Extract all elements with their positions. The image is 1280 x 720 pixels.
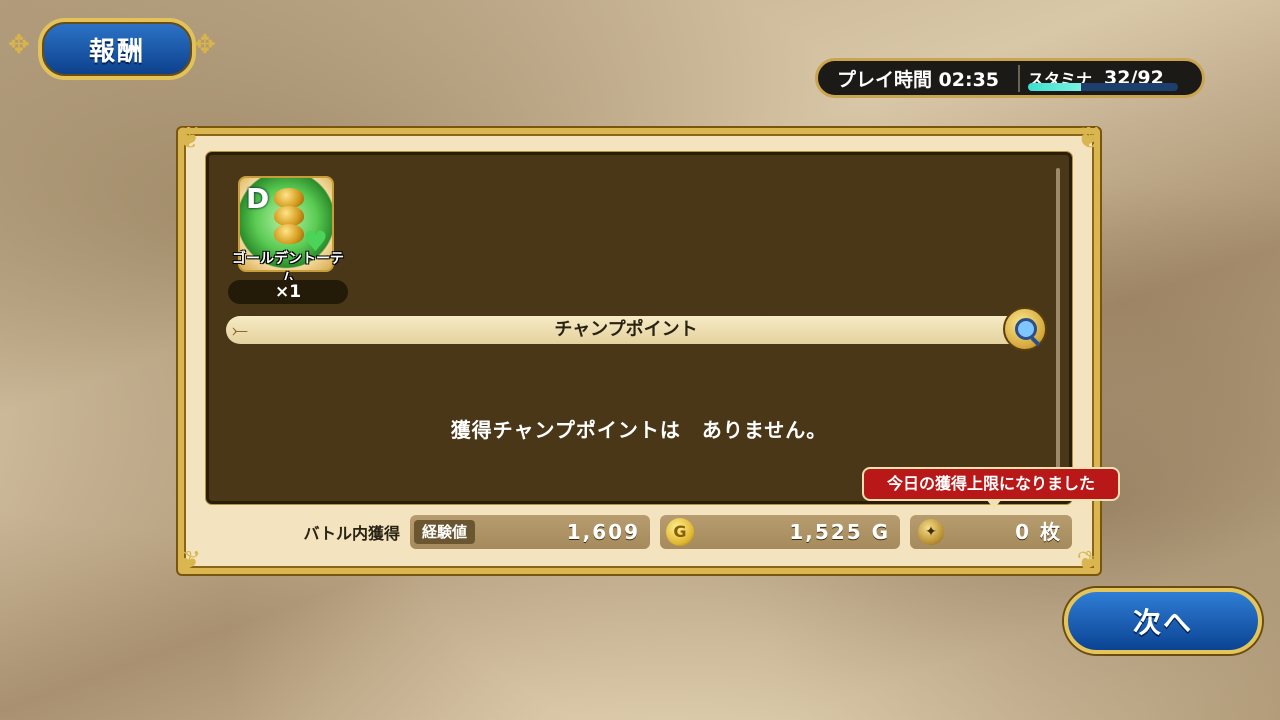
medal-earnings-box: ✦ 0 枚 xyxy=(910,515,1072,549)
daily-limit-notice: 今日の獲得上限になりました xyxy=(862,467,1120,509)
frame-corner-ornament-icon: ❦ xyxy=(1076,121,1102,156)
status-bar: プレイ時間 02:35 スタミナ 32/92 xyxy=(815,58,1205,98)
trident-arrow-icon: ⤚ xyxy=(232,318,248,342)
battle-earnings-label: バトル内獲得 xyxy=(303,524,400,543)
no-champ-points-message: 獲得チャンプポイントは ありません。 xyxy=(450,418,828,442)
exp-tag: 経験値 xyxy=(414,520,476,544)
champ-point-header-label: チャンプポイント xyxy=(554,319,698,340)
ornament-right-icon: ✥ xyxy=(194,30,216,60)
gold-coin-icon: G xyxy=(666,518,694,546)
stamina-display: スタミナ 32/92 xyxy=(1020,63,1202,93)
exp-earnings-box: 経験値 1,609 xyxy=(410,515,650,549)
medal-value: 0 枚 xyxy=(1015,520,1062,544)
next-button-label: 次へ xyxy=(1132,606,1193,639)
gold-earnings-box: G 1,525 G xyxy=(660,515,900,549)
medal-icon: ✦ xyxy=(918,519,944,545)
screen-title-text: 報酬 xyxy=(88,36,145,67)
item-quantity: ×1 xyxy=(228,280,348,304)
champ-point-header: チャンプポイント xyxy=(226,316,1026,344)
playtime-display: プレイ時間 02:35 xyxy=(818,64,1020,92)
daily-limit-text: 今日の獲得上限になりました xyxy=(886,474,1095,493)
stamina-gauge-fill xyxy=(1028,83,1081,91)
frame-corner-ornament-icon: ❦ xyxy=(176,121,202,156)
magnify-handle xyxy=(1030,336,1041,347)
screen-title-plate: ✥ 報酬 ✥ xyxy=(8,14,228,80)
frame-corner-ornament-icon: ❦ xyxy=(176,545,202,580)
screen-title: 報酬 xyxy=(38,18,196,80)
gold-value: 1,525 G xyxy=(789,520,890,544)
ornament-left-icon: ✥ xyxy=(8,30,30,60)
magnify-button[interactable] xyxy=(1003,307,1047,351)
next-button[interactable]: 次へ xyxy=(1064,588,1262,654)
stamina-gauge xyxy=(1028,83,1178,91)
totem-figure-icon xyxy=(274,188,304,254)
item-rank: D xyxy=(246,182,270,215)
frame-corner-ornament-icon: ❦ xyxy=(1076,545,1102,580)
exp-value: 1,609 xyxy=(566,520,640,544)
